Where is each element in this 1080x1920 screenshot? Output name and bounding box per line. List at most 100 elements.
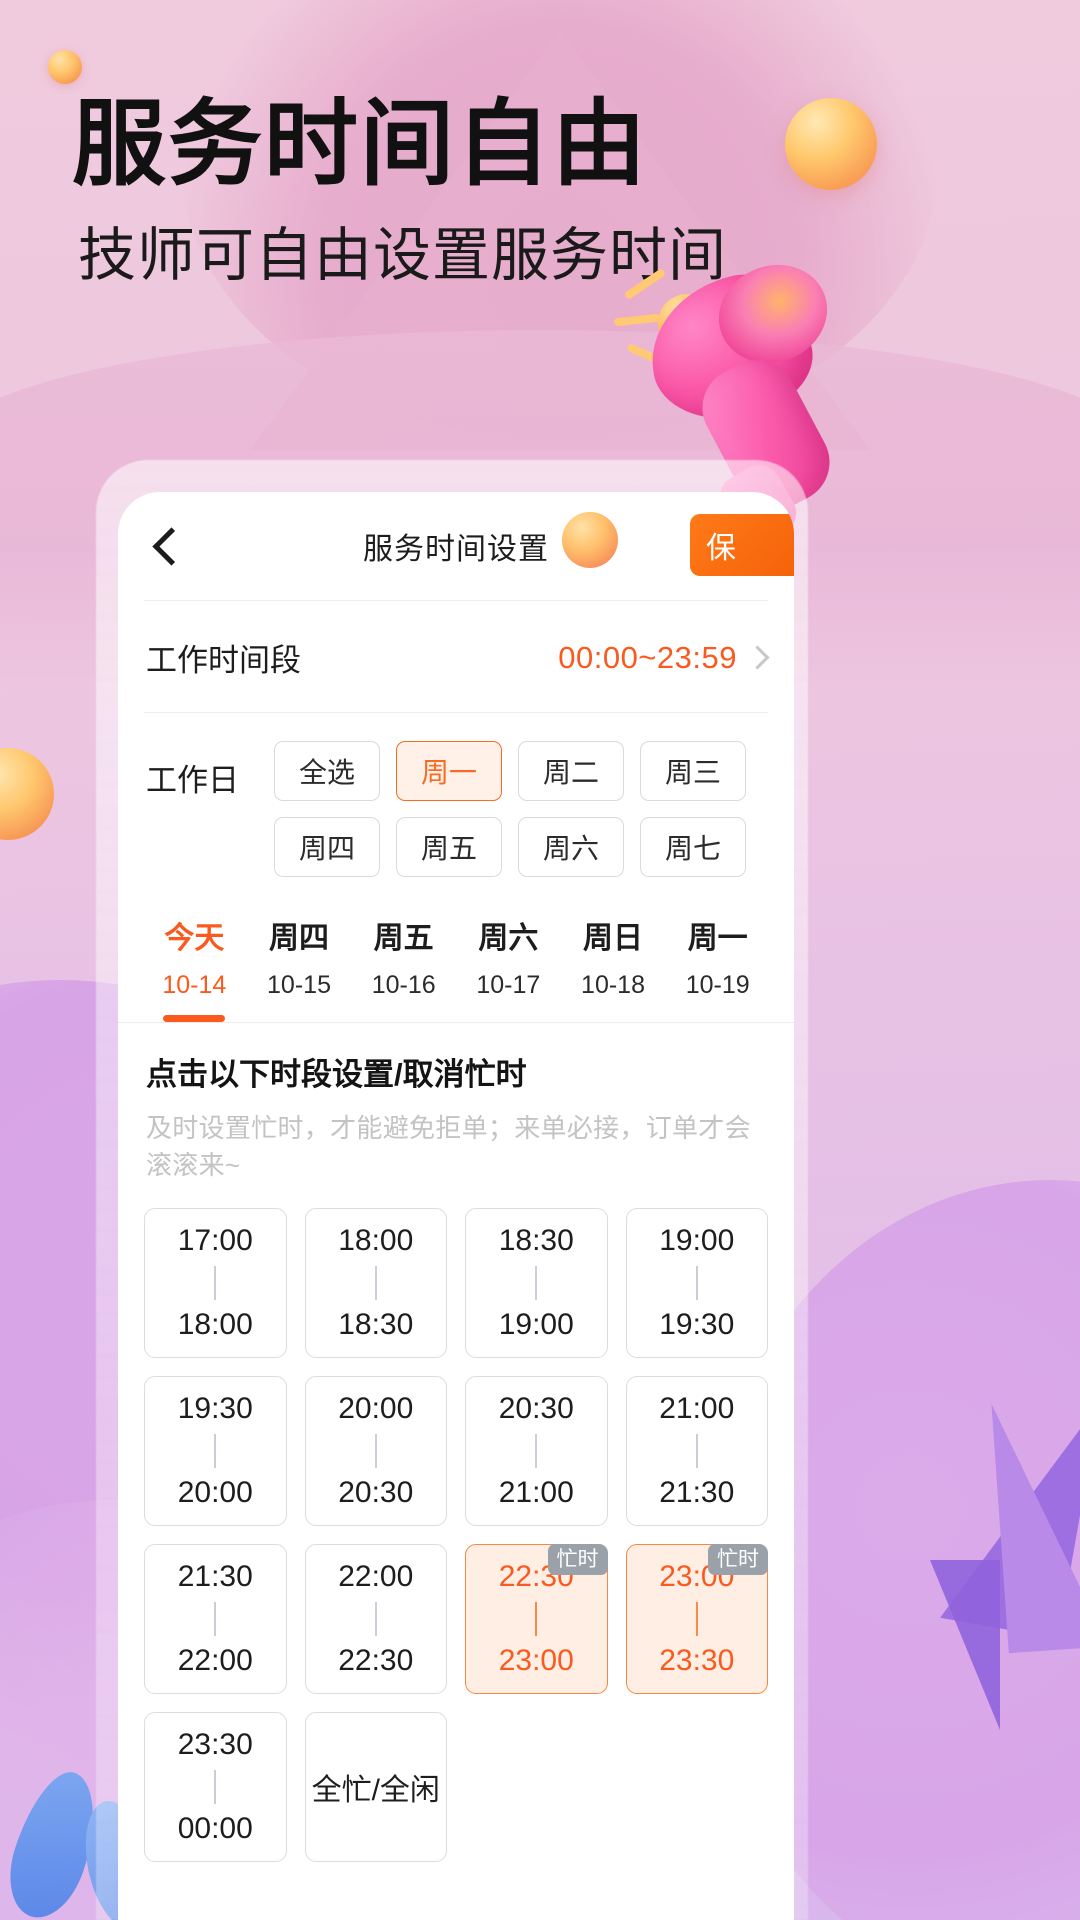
megaphone-ray-2	[613, 313, 661, 327]
time-slot-end: 18:30	[338, 1308, 414, 1341]
time-slot-start: 20:00	[338, 1392, 414, 1425]
time-slot[interactable]: 19:00 19:30	[625, 1208, 768, 1358]
time-slot-end: 20:30	[338, 1476, 414, 1509]
date-tab-weekday: 周日	[583, 922, 644, 955]
date-tab-date: 10-15	[267, 971, 331, 999]
time-slot-start: 23:30	[177, 1728, 253, 1761]
work-period-value: 00:00~23:59	[558, 639, 737, 675]
time-slot-separator	[374, 1266, 377, 1300]
weekday-chip[interactable]: 周三	[640, 741, 746, 801]
time-slot[interactable]: 17:00 18:00	[144, 1208, 287, 1358]
chevron-left-icon	[152, 526, 191, 566]
busy-badge: 忙时	[547, 1544, 608, 1575]
date-tab-date: 10-19	[685, 971, 750, 999]
time-slot-grid: 17:00 18:00 18:00 18:30 18:30 19:00 19:00 19:30…	[118, 1190, 794, 1902]
time-slot[interactable]: 21:30 22:00	[144, 1544, 287, 1694]
weekday-chip-list: 全选 周一 周二 周三周四 周五 周六 周七	[274, 741, 766, 877]
time-slot[interactable]: 23:00 23:30 忙时	[625, 1544, 768, 1694]
instructions-subtitle: 及时设置忙时，才能避免拒单；来单必接，订单才会滚滚来~	[146, 1113, 751, 1180]
date-tab[interactable]: 周四 10-15	[247, 913, 352, 1022]
weekday-label: 工作日	[146, 763, 239, 798]
time-slot-end: 20:00	[177, 1476, 253, 1509]
instructions-title: 点击以下时段设置/取消忙时	[146, 1057, 527, 1092]
decorative-sphere-left	[0, 748, 54, 840]
instructions-block: 点击以下时段设置/取消忙时 及时设置忙时，才能避免拒单；来单必接，订单才会滚滚来…	[118, 1023, 794, 1190]
time-slot-end: 19:30	[659, 1308, 735, 1341]
time-slot-separator	[695, 1602, 698, 1636]
time-slot-start: 18:00	[338, 1224, 414, 1257]
phone-screen: 服务时间设置 保 工作时间段 00:00~23:59 工作日 全选 周一 周二 周三周…	[118, 492, 794, 1920]
time-slot-start: 21:00	[659, 1392, 735, 1425]
time-slot[interactable]: 18:30 19:00	[465, 1208, 608, 1358]
date-tab-weekday: 周五	[373, 922, 434, 955]
time-slot-end: 19:00	[498, 1308, 574, 1341]
weekday-section: 工作日 全选 周一 周二 周三周四 周五 周六 周七	[118, 713, 794, 887]
date-tab[interactable]: 周一 10-19	[665, 913, 770, 1022]
app-header: 服务时间设置 保	[118, 492, 794, 600]
time-slot[interactable]: 20:00 20:30	[304, 1376, 447, 1526]
toggle-all-label: 全忙/全闲	[311, 1774, 440, 1807]
date-tab[interactable]: 周六 10-17	[456, 913, 561, 1022]
time-slot-start: 17:00	[177, 1224, 253, 1257]
time-slot[interactable]: 18:00 18:30	[304, 1208, 447, 1358]
time-slot-end: 23:30	[659, 1644, 735, 1677]
time-slot-separator	[214, 1434, 217, 1468]
weekday-chip[interactable]: 周七	[640, 817, 746, 877]
date-tab[interactable]: 今天 10-14	[142, 913, 247, 1022]
date-tab-bar: 今天 10-14 周四 10-15 周五 10-16 周六 10-17 周日 10-18 周一 10-…	[118, 887, 794, 1022]
time-slot-end: 22:00	[177, 1644, 253, 1677]
time-slot-separator	[695, 1266, 698, 1300]
time-slot-end: 21:30	[659, 1476, 735, 1509]
time-slot-end: 21:00	[498, 1476, 574, 1509]
save-button[interactable]: 保	[690, 514, 794, 576]
date-tab-active-underline	[163, 1015, 226, 1022]
date-tab-weekday: 周六	[478, 922, 539, 955]
time-slot[interactable]: 20:30 21:00	[465, 1376, 608, 1526]
megaphone-ray-1	[623, 267, 667, 301]
time-slot-end: 18:00	[177, 1308, 253, 1341]
date-tab-date: 10-17	[476, 971, 541, 999]
time-slot-start: 19:00	[659, 1224, 735, 1257]
date-tab-weekday: 周四	[269, 922, 329, 955]
time-slot-separator	[695, 1434, 698, 1468]
weekday-chip[interactable]: 周六	[518, 817, 624, 877]
toggle-all-busy-button[interactable]: 全忙/全闲	[304, 1712, 447, 1862]
chevron-right-icon	[745, 645, 770, 670]
time-slot-separator	[374, 1602, 377, 1636]
date-tab-date: 10-14	[162, 971, 227, 999]
decorative-sphere-small	[48, 50, 82, 84]
date-tab-date: 10-16	[371, 971, 436, 999]
date-tab[interactable]: 周五 10-16	[351, 913, 456, 1022]
time-slot[interactable]: 22:30 23:00 忙时	[465, 1544, 608, 1694]
time-slot[interactable]: 21:00 21:30	[625, 1376, 768, 1526]
promo-headline: 服务时间自由	[72, 91, 649, 196]
work-period-value-group: 00:00~23:59	[558, 639, 770, 676]
time-slot[interactable]: 19:30 20:00	[144, 1376, 287, 1526]
back-button[interactable]	[140, 518, 196, 574]
date-tab[interactable]: 周日 10-18	[561, 913, 666, 1022]
time-slot[interactable]: 22:00 22:30	[304, 1544, 447, 1694]
weekday-chip[interactable]: 全选	[274, 741, 380, 801]
busy-badge: 忙时	[708, 1544, 768, 1575]
time-slot-end: 22:30	[338, 1644, 414, 1677]
work-period-row[interactable]: 工作时间段 00:00~23:59	[118, 601, 794, 712]
date-tab-date: 10-18	[581, 971, 645, 999]
time-slot-separator	[214, 1266, 217, 1300]
time-slot-start: 21:30	[177, 1560, 253, 1593]
time-slot-end: 00:00	[177, 1812, 253, 1845]
work-period-label: 工作时间段	[146, 643, 301, 678]
time-slot-start: 18:30	[498, 1224, 574, 1257]
date-tab-weekday: 今天	[164, 922, 225, 955]
time-slot-start: 19:30	[177, 1392, 253, 1425]
time-slot-separator	[535, 1434, 538, 1468]
time-slot-start: 22:00	[338, 1560, 414, 1593]
weekday-chip[interactable]: 周四	[274, 817, 380, 877]
time-slot-separator	[214, 1770, 217, 1804]
weekday-chip[interactable]: 周一	[396, 741, 502, 801]
time-slot-separator	[214, 1602, 217, 1636]
weekday-chip[interactable]: 周五	[396, 817, 502, 877]
decorative-sphere-header	[562, 512, 618, 568]
time-slot-separator	[535, 1602, 538, 1636]
time-slot[interactable]: 23:30 00:00	[144, 1712, 287, 1862]
weekday-chip[interactable]: 周二	[518, 741, 624, 801]
